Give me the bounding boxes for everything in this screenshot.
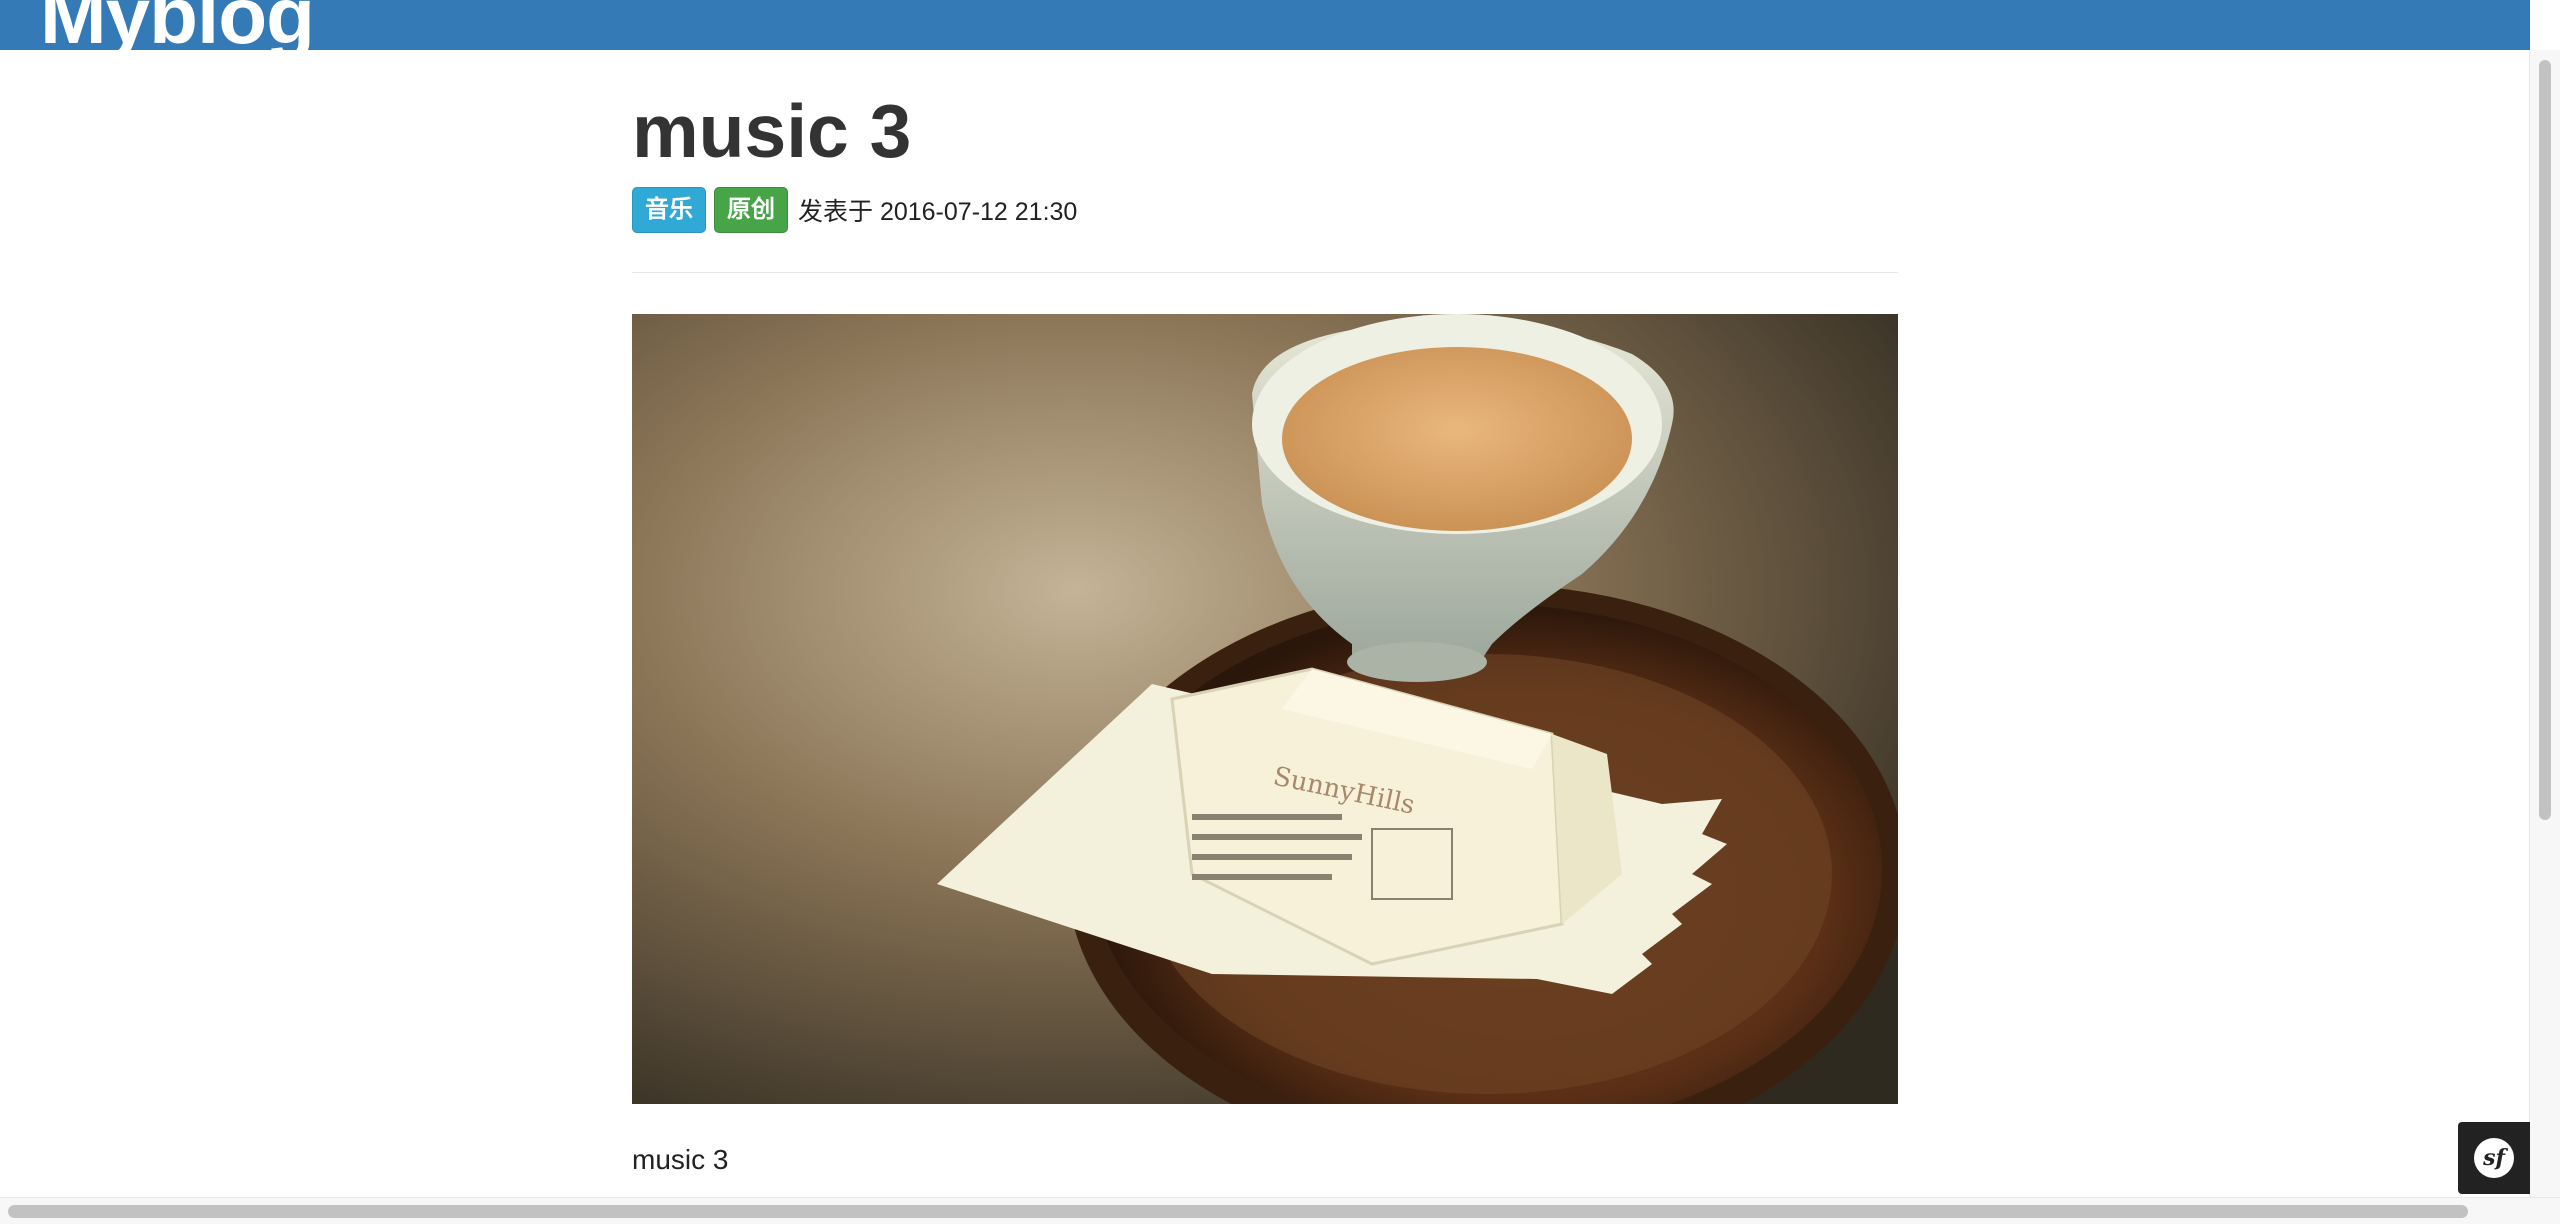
tag-music[interactable]: 音乐 (632, 187, 706, 233)
tag-original[interactable]: 原创 (714, 187, 788, 233)
symfony-logo-icon: sf (2474, 1138, 2514, 1178)
vertical-scroll-thumb[interactable] (2539, 60, 2551, 820)
divider (632, 272, 1898, 273)
post-date: 发表于 2016-07-12 21:30 (798, 198, 1078, 226)
horizontal-scrollbar[interactable] (0, 1197, 2560, 1224)
post-title: music 3 (632, 89, 912, 173)
tea-photo-illustration: SunnyHills (632, 314, 1898, 1104)
horizontal-scroll-thumb[interactable] (8, 1205, 2468, 1218)
post-meta: 音乐 原创 发表于 2016-07-12 21:30 (632, 187, 1077, 233)
post-body: music 3 (632, 1144, 729, 1175)
post-image: SunnyHills (632, 314, 1898, 1104)
symfony-debug-toolbar-button[interactable]: sf (2458, 1122, 2530, 1194)
top-navbar: Myblog (0, 0, 2530, 50)
brand-logo[interactable]: Myblog (40, 0, 315, 50)
vertical-scrollbar[interactable] (2529, 50, 2560, 1224)
